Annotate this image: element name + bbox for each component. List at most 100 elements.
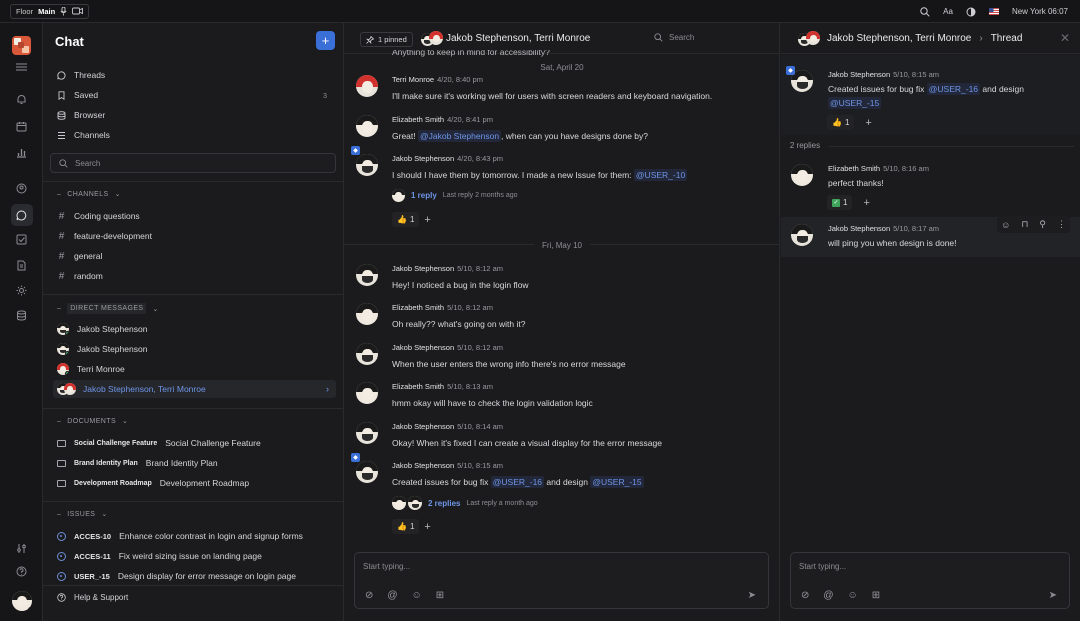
user-avatar[interactable] — [0, 591, 43, 611]
nav-threads[interactable]: Threads — [57, 70, 327, 80]
thread-composer[interactable]: Start typing... ⊘ @ ☺ ⊞ ➤ — [790, 552, 1070, 609]
chevron-right-icon: › — [326, 384, 329, 394]
document-item[interactable]: Development Roadmap Development Roadmap — [53, 474, 336, 492]
search-icon — [59, 158, 68, 168]
emoji-icon[interactable]: ☺ — [412, 590, 422, 601]
avatar — [356, 303, 378, 325]
mention-link[interactable]: @USER_-10 — [633, 169, 688, 181]
tasks-icon[interactable] — [0, 234, 43, 245]
emoji-icon[interactable]: ☺ — [1001, 220, 1010, 230]
document-item[interactable]: Brand Identity Plan Brand Identity Plan — [53, 454, 336, 472]
attachment-icon[interactable]: ⊘ — [801, 590, 809, 601]
pinned-button[interactable]: 1 pinned — [360, 32, 413, 47]
contacts-icon[interactable] — [0, 183, 43, 194]
channels-header[interactable]: – CHANNELS ⌄ — [57, 190, 121, 199]
calendar-icon[interactable] — [0, 121, 43, 132]
sidebar-search-input[interactable]: Search — [50, 153, 336, 173]
add-reaction-button[interactable]: + — [865, 117, 871, 129]
search-icon[interactable] — [920, 6, 930, 17]
bell-icon[interactable] — [0, 94, 43, 105]
mention-icon[interactable]: @ — [387, 590, 397, 601]
nav-saved[interactable]: Saved 3 — [57, 90, 327, 100]
dm-item[interactable]: Jakob Stephenson — [53, 340, 336, 358]
thumbs-up-icon: 👍 — [397, 215, 407, 224]
document-item[interactable]: Social Challenge Feature Social Challenge… — [53, 434, 336, 452]
reactions: ✓ 1 + — [827, 195, 870, 210]
thumbs-up-icon: 👍 — [832, 118, 842, 127]
add-media-icon[interactable]: ⊞ — [436, 590, 444, 601]
sidebar-title: Chat — [55, 34, 84, 49]
add-reaction-button[interactable]: + — [863, 197, 869, 209]
reaction-check[interactable]: ✓ 1 — [827, 195, 853, 210]
reaction-thumbs-up[interactable]: 👍 1 — [392, 519, 420, 534]
chevron-right-icon: › — [979, 33, 983, 44]
saved-count: 3 — [322, 90, 327, 100]
add-reaction-button[interactable]: + — [424, 521, 430, 533]
bookmark-icon[interactable]: ⊓ — [1021, 219, 1028, 230]
floor-value: Main — [38, 6, 56, 16]
dm-item[interactable]: Jakob Stephenson — [53, 320, 336, 338]
mention-link[interactable]: @USER_-15 — [828, 97, 882, 109]
dm-item-active[interactable]: Jakob Stephenson, Terri Monroe › — [53, 380, 336, 398]
issue-item[interactable]: ACCES-11 Fix weird sizing issue on landin… — [53, 547, 336, 565]
issue-item[interactable]: ACCES-10 Enhance color contrast in login … — [53, 527, 336, 545]
dm-item[interactable]: Terri Monroe — [53, 360, 336, 378]
add-media-icon[interactable]: ⊞ — [872, 590, 880, 601]
mention-icon[interactable]: @ — [823, 590, 833, 601]
pin-icon[interactable]: ⚲ — [1039, 219, 1046, 230]
reactions: 👍 1 + — [827, 115, 872, 130]
help-icon[interactable] — [0, 566, 43, 577]
location-label: New York 06:07 — [1011, 7, 1068, 16]
floor-selector[interactable]: Floor Main — [10, 3, 90, 19]
mention-link[interactable]: @USER_-16 — [490, 476, 545, 488]
send-icon[interactable]: ➤ — [1049, 590, 1057, 601]
help-support-link[interactable]: Help & Support — [57, 593, 327, 602]
chart-icon[interactable] — [0, 147, 43, 158]
camera-icon[interactable] — [72, 7, 84, 15]
us-flag-icon[interactable] — [988, 8, 999, 15]
new-chat-button[interactable]: + — [316, 31, 335, 50]
microphone-icon[interactable] — [60, 6, 67, 16]
top-bar: Floor Main Aa New York 06:07 — [0, 0, 1080, 23]
reaction-thumbs-up[interactable]: 👍 1 — [827, 115, 855, 130]
database-icon[interactable] — [0, 310, 43, 321]
app-logo[interactable] — [12, 36, 31, 55]
close-icon[interactable]: ✕ — [1060, 31, 1070, 45]
thread-replies[interactable]: 2 replies Last reply a month ago — [392, 496, 538, 510]
dm-header[interactable]: – DIRECT MESSAGES ⌄ — [57, 303, 159, 314]
hash-icon: # — [58, 210, 65, 222]
attachment-icon[interactable]: ⊘ — [365, 590, 373, 601]
message-composer[interactable]: Start typing... ⊘ @ ☺ ⊞ ➤ — [354, 552, 769, 609]
date-separator: Sat, April 20 — [524, 60, 600, 75]
font-size-button[interactable]: Aa — [943, 7, 953, 16]
avatar — [57, 363, 69, 375]
nav-channels[interactable]: Channels — [57, 130, 327, 140]
channel-item[interactable]: # Coding questions — [53, 207, 336, 225]
mention-link[interactable]: @USER_-15 — [590, 476, 644, 488]
group-avatar — [421, 31, 443, 47]
chat-icon[interactable] — [0, 204, 43, 226]
documents-icon[interactable] — [0, 260, 43, 271]
channel-item[interactable]: # general — [53, 247, 336, 265]
theme-toggle-icon[interactable] — [966, 7, 976, 17]
channel-item[interactable]: # feature-development — [53, 227, 336, 245]
chat-search-input[interactable]: Search — [654, 33, 694, 42]
mention-link[interactable]: @Jakob Stephenson — [418, 130, 502, 142]
menu-icon[interactable] — [0, 63, 43, 71]
mention-link[interactable]: @USER_-16 — [926, 83, 981, 95]
channel-item[interactable]: # random — [53, 267, 336, 285]
settings-sliders-icon[interactable] — [0, 543, 43, 554]
more-options-icon[interactable]: ⋮ — [1057, 219, 1066, 230]
reaction-thumbs-up[interactable]: 👍 1 — [392, 212, 420, 227]
issues-header[interactable]: – ISSUES ⌄ — [57, 510, 108, 519]
send-icon[interactable]: ➤ — [748, 590, 756, 601]
documents-header[interactable]: – DOCUMENTS ⌄ — [57, 417, 128, 426]
nav-browser[interactable]: Browser — [57, 110, 327, 120]
avatar — [356, 115, 378, 137]
sun-icon[interactable] — [0, 285, 43, 296]
threads-icon — [57, 70, 66, 80]
emoji-icon[interactable]: ☺ — [848, 590, 858, 601]
add-reaction-button[interactable]: + — [424, 214, 430, 226]
issue-item[interactable]: USER_-15 Design display for error message… — [53, 567, 336, 585]
thread-replies[interactable]: 1 reply Last reply 2 months ago — [392, 189, 518, 202]
